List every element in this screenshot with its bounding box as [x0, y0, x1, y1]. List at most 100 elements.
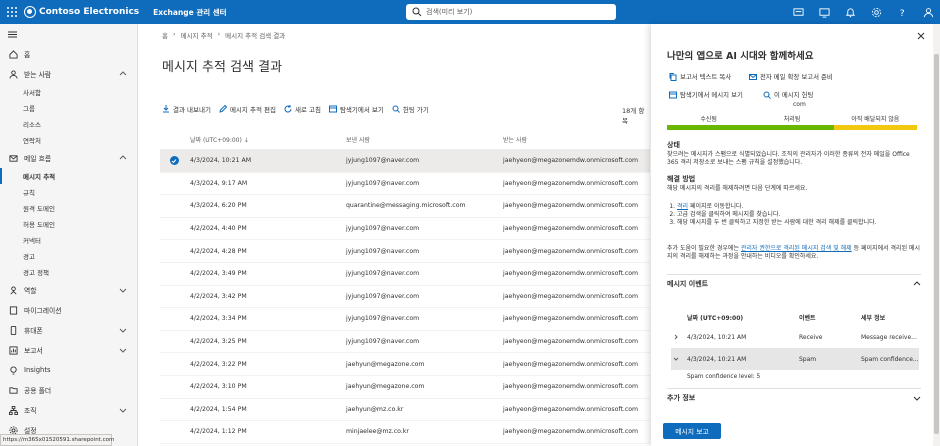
account-avatar-icon[interactable] [922, 6, 934, 18]
column-sender[interactable]: 보낸 사람 [346, 135, 503, 144]
nav-mail-flow[interactable]: 메일 흐름 [0, 148, 137, 168]
status-url: https://m365x01520591.sharepoint.com [0, 434, 114, 446]
status-heading: 상태 [667, 141, 680, 149]
app-name[interactable]: Exchange 관리 센터 [153, 7, 226, 18]
brand[interactable]: Contoso Electronics [24, 6, 139, 18]
help-link[interactable]: 관리자 권한으로 격리된 메시지 검색 및 해제 [741, 245, 852, 252]
nav-connectors[interactable]: 커넥터 [0, 232, 137, 248]
row-recipient: jaehyeon@megazonemdw.onmicrosoft.com [503, 292, 639, 300]
nav-collapse-icon[interactable] [0, 24, 137, 44]
person-icon [8, 69, 18, 79]
display-icon[interactable] [818, 6, 830, 18]
breadcrumb-message-trace[interactable]: 메시지 추적 [181, 30, 213, 40]
export-results-button[interactable]: 결과 내보내기 [162, 104, 211, 114]
view-in-explorer-button[interactable]: 탐색기에서 보기 [328, 104, 384, 114]
events-col-date[interactable]: 날짜 (UTC+09:00) [681, 313, 799, 322]
table-row[interactable]: 4/2/2024, 3:34 PM jyjung1097@naver.com jae… [160, 308, 650, 331]
row-recipient: jaehyeon@megazonemdw.onmicrosoft.com [503, 405, 639, 413]
message-events-section[interactable]: 메시지 이벤트 [667, 276, 921, 292]
table-row[interactable]: 4/3/2024, 9:17 AM jyjung1097@naver.com jae… [160, 173, 650, 196]
more-info-section[interactable]: 추가 정보 [667, 390, 921, 406]
panel-scrollbar[interactable] [933, 24, 940, 446]
event-date: 4/3/2024, 10:21 AM [687, 355, 747, 363]
nav-reports[interactable]: 보고서 [0, 340, 137, 360]
search-placeholder: 검색(미리 보기) [426, 8, 473, 16]
feedback-icon[interactable] [792, 6, 804, 18]
table-row[interactable]: 4/2/2024, 4:40 PM jyjung1097@naver.com jae… [160, 218, 650, 241]
page-title: 메시지 추적 검색 결과 [162, 60, 283, 75]
column-recipient[interactable]: 받는 사람 [503, 135, 650, 144]
prepare-extended-report-button[interactable]: 전자 메일 확장 보고서 준비 [749, 72, 833, 81]
quarantine-link[interactable]: 격리 [677, 203, 688, 210]
table-row[interactable]: 4/2/2024, 1:12 PM minjaelee@mz.co.kr jaehy… [160, 421, 650, 444]
nav-mailboxes[interactable]: 사서함 [0, 84, 137, 100]
go-hunting-label: 헌팅 가기 [402, 106, 429, 114]
breadcrumb-separator: › [217, 30, 221, 38]
panel-title: 나만의 앱으로 AI 시대와 함께하세요 [667, 51, 814, 62]
row-date: 4/3/2024, 10:21 AM [190, 157, 252, 165]
events-col-detail[interactable]: 세부 정보 [861, 313, 919, 322]
hunt-message-button[interactable]: 이 메시지 헌팅 [763, 90, 813, 99]
row-date: 4/2/2024, 1:54 PM [190, 405, 247, 413]
nav-message-trace[interactable]: 메시지 추적 [0, 168, 137, 184]
nav-public-folders[interactable]: 공용 폴더 [0, 380, 137, 400]
progress-bar [750, 125, 834, 130]
solution-steps: 격리 페이지로 이동합니다. 고급 검색을 클릭하여 메시지를 찾습니다. 해당… [677, 203, 917, 227]
scrollbar-thumb[interactable] [934, 54, 939, 434]
nav-migration[interactable]: 마이그레이션 [0, 300, 137, 320]
table-row[interactable]: 4/2/2024, 1:54 PM jaehyun@mz.co.kr jaehyeo… [160, 399, 650, 422]
row-checkbox[interactable] [160, 156, 188, 166]
app-launcher-icon[interactable] [0, 0, 24, 24]
notifications-bell-icon[interactable] [844, 6, 856, 18]
table-row[interactable]: 4/2/2024, 3:42 PM jyjung1097@naver.com jae… [160, 286, 650, 309]
export-results-label: 결과 내보내기 [173, 106, 211, 114]
events-col-event[interactable]: 이벤트 [799, 313, 861, 322]
chevron-right-icon[interactable] [673, 334, 679, 340]
nav-groups[interactable]: 그룹 [0, 100, 137, 116]
event-row-expanded[interactable]: 4/3/2024, 10:21 AM Spam Spam confidence.… [671, 348, 919, 370]
search-input[interactable]: 검색(미리 보기) [406, 4, 616, 20]
edit-trace-button[interactable]: 메시지 추적 편집 [219, 104, 276, 114]
message-events-heading: 메시지 이벤트 [667, 280, 709, 288]
chevron-up-icon [913, 281, 921, 286]
breadcrumb-home[interactable]: 홈 [162, 30, 168, 40]
nav-roles[interactable]: 역할 [0, 280, 137, 300]
nav-alert-policies[interactable]: 경고 정책 [0, 264, 137, 280]
report-message-button[interactable]: 메시지 보고 [663, 423, 721, 439]
nav-remote-domains[interactable]: 원격 도메인 [0, 200, 137, 216]
nav-resources[interactable]: 리소스 [0, 116, 137, 132]
refresh-button[interactable]: 새로 고침 [284, 104, 321, 114]
checkmark-icon [169, 156, 179, 166]
nav-rules[interactable]: 규칙 [0, 184, 137, 200]
nav-contacts[interactable]: 연락처 [0, 132, 137, 148]
divider [667, 388, 921, 389]
settings-gear-icon[interactable] [870, 6, 882, 18]
nav-mail-flow-label: 메일 흐름 [24, 155, 52, 163]
event-row[interactable]: 4/3/2024, 10:21 AM Receive Message recei… [671, 326, 919, 348]
nav-recipients[interactable]: 받는 사람 [0, 64, 137, 84]
chevron-down-icon[interactable] [673, 356, 679, 362]
view-message-in-explorer-button[interactable]: 탐색기에서 메시지 보기 [669, 90, 743, 99]
nav-organization[interactable]: 조직 [0, 400, 137, 420]
table-row[interactable]: 4/2/2024, 3:22 PM jaehyun@megazone.com jae… [160, 353, 650, 376]
column-date[interactable]: 날짜 (UTC+09:00) ↓ [188, 135, 346, 144]
table-row[interactable]: 4/2/2024, 3:25 PM jyjung1097@naver.com jae… [160, 331, 650, 354]
step-3-text: 해당 메시지를 두 번 클릭하고 지정한 받는 사람에 대한 격리 해제를 클릭… [677, 219, 877, 226]
row-date: 4/3/2024, 9:17 AM [190, 179, 248, 187]
nav-organization-label: 조직 [24, 407, 37, 415]
nav-alerts[interactable]: 경고 [0, 248, 137, 264]
table-row[interactable]: 4/3/2024, 6:20 PM quarantine@messaging.mi… [160, 195, 650, 218]
table-row[interactable]: 4/2/2024, 3:49 PM jyjung1097@naver.com jae… [160, 263, 650, 286]
go-hunting-button[interactable]: 헌팅 가기 [392, 104, 429, 114]
nav-mobile[interactable]: 휴대폰 [0, 320, 137, 340]
table-row[interactable]: 4/2/2024, 4:28 PM jyjung1097@naver.com jae… [160, 240, 650, 263]
table-row[interactable]: 4/3/2024, 10:21 AM jyjung1097@naver.com ja… [160, 150, 650, 173]
table-row[interactable]: 4/2/2024, 3:10 PM jaehyun@megazone.com jae… [160, 376, 650, 399]
row-sender: jyjung1097@naver.com [346, 292, 420, 300]
nav-insights[interactable]: Insights [0, 360, 137, 380]
help-icon[interactable]: ? [896, 6, 908, 18]
nav-home[interactable]: 홈 [0, 44, 137, 64]
close-icon[interactable] [917, 32, 925, 40]
copy-report-text-button[interactable]: 보고서 텍스트 복사 [669, 72, 731, 81]
nav-accepted-domains[interactable]: 허용 도메인 [0, 216, 137, 232]
